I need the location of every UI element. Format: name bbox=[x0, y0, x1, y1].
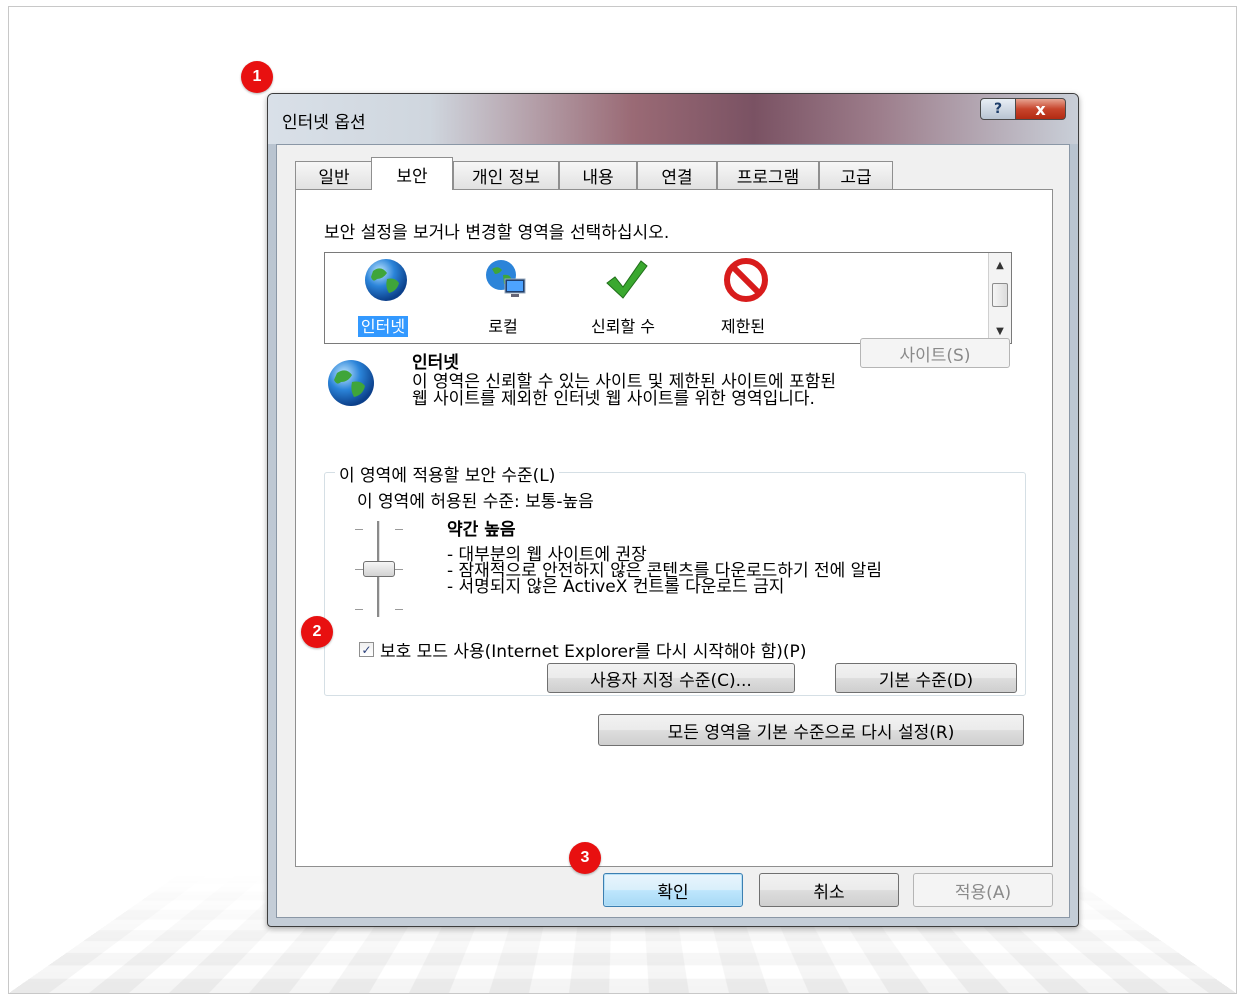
zone-label: 신뢰할 수 bbox=[591, 317, 655, 336]
close-button[interactable]: x bbox=[1016, 98, 1066, 120]
slider-tick bbox=[355, 529, 363, 530]
ok-button[interactable]: 확인 bbox=[603, 873, 743, 907]
zone-instruction: 보안 설정을 보거나 변경할 영역을 선택하십시오. bbox=[324, 223, 670, 243]
slider-tick bbox=[395, 529, 403, 530]
dialog-client-area: 일반 보안 개인 정보 내용 연결 프로그램 고급 보안 설정을 보거나 변경할… bbox=[276, 144, 1070, 918]
slider-tick bbox=[355, 609, 363, 610]
restricted-icon bbox=[724, 258, 768, 302]
security-tab-panel: 보안 설정을 보거나 변경할 영역을 선택하십시오. 인터넷 로컬 신뢰할 수 … bbox=[295, 189, 1053, 867]
zone-label: 제한된 bbox=[720, 317, 766, 336]
allowed-level-text: 이 영역에 허용된 수준: 보통-높음 bbox=[357, 492, 594, 512]
slider-tick bbox=[395, 609, 403, 610]
level-name: 약간 높음 bbox=[447, 520, 516, 540]
globe-icon bbox=[328, 360, 374, 406]
zone-internet[interactable]: 인터넷 bbox=[333, 257, 433, 343]
tab-security[interactable]: 보안 bbox=[371, 157, 453, 190]
zone-restricted-sites[interactable]: 제한된 bbox=[693, 257, 793, 343]
callout-badge: 2 bbox=[301, 616, 333, 648]
level-description: - 대부분의 웹 사이트에 권장 - 잠재적으로 안전하지 않은 콘텐츠를 다운… bbox=[447, 547, 882, 597]
tab-content[interactable]: 내용 bbox=[559, 161, 637, 189]
tab-programs[interactable]: 프로그램 bbox=[717, 161, 819, 189]
scroll-thumb[interactable] bbox=[992, 283, 1008, 307]
callout-badge: 1 bbox=[241, 61, 273, 93]
level-bullet: - 서명되지 않은 ActiveX 컨트롤 다운로드 금지 bbox=[447, 577, 785, 597]
sites-button[interactable]: 사이트(S) bbox=[860, 338, 1010, 368]
tab-connections[interactable]: 연결 bbox=[637, 161, 717, 189]
tab-general[interactable]: 일반 bbox=[295, 161, 373, 189]
local-intranet-icon bbox=[486, 260, 526, 297]
screenshot-frame: 인터넷 옵션 ? x 일반 보안 개인 정보 내용 연결 프로그램 고급 보안 … bbox=[8, 6, 1237, 994]
slider-tick bbox=[395, 569, 403, 570]
apply-button[interactable]: 적용(A) bbox=[913, 873, 1053, 907]
default-level-button[interactable]: 기본 수준(D) bbox=[835, 663, 1017, 693]
scroll-up-icon[interactable]: ▲ bbox=[989, 255, 1011, 275]
title-bar[interactable]: 인터넷 옵션 ? x bbox=[268, 94, 1078, 144]
reset-all-zones-button[interactable]: 모든 영역을 기본 수준으로 다시 설정(R) bbox=[598, 714, 1024, 746]
help-button[interactable]: ? bbox=[980, 98, 1016, 120]
zone-label: 인터넷 bbox=[357, 316, 409, 337]
security-level-group-title: 이 영역에 적용할 보안 수준(L) bbox=[335, 461, 560, 486]
cancel-button[interactable]: 취소 bbox=[759, 873, 899, 907]
callout-badge: 3 bbox=[569, 842, 601, 874]
zone-description: 이 영역은 신뢰할 수 있는 사이트 및 제한된 사이트에 포함된 웹 사이트를… bbox=[412, 372, 836, 409]
title-buttons: ? x bbox=[980, 98, 1066, 120]
protected-mode-checkbox[interactable]: ✓ bbox=[359, 642, 374, 657]
tab-privacy[interactable]: 개인 정보 bbox=[453, 161, 559, 189]
window-title: 인터넷 옵션 bbox=[282, 113, 366, 133]
internet-options-dialog: 인터넷 옵션 ? x 일반 보안 개인 정보 내용 연결 프로그램 고급 보안 … bbox=[267, 93, 1079, 927]
slider-thumb[interactable] bbox=[363, 561, 395, 577]
zone-list[interactable]: 인터넷 로컬 신뢰할 수 제한된 ▲ ▼ bbox=[324, 252, 1012, 344]
zone-label: 로컬 bbox=[488, 317, 518, 336]
zone-trusted-sites[interactable]: 신뢰할 수 bbox=[573, 257, 673, 343]
zone-local-intranet[interactable]: 로컬 bbox=[453, 257, 553, 343]
zone-list-scrollbar[interactable]: ▲ ▼ bbox=[988, 253, 1011, 343]
custom-level-button[interactable]: 사용자 지정 수준(C)... bbox=[547, 663, 795, 693]
security-level-group: 이 영역에 적용할 보안 수준(L) 이 영역에 허용된 수준: 보통-높음 약… bbox=[324, 461, 1026, 696]
tab-advanced[interactable]: 고급 bbox=[819, 161, 893, 189]
protected-mode-label: 보호 모드 사용(Internet Explorer를 다시 시작해야 함)(P… bbox=[380, 642, 807, 662]
protected-mode-option[interactable]: ✓ 보호 모드 사용(Internet Explorer를 다시 시작해야 함)… bbox=[359, 637, 806, 662]
slider-tick bbox=[355, 569, 363, 570]
globe-icon bbox=[365, 259, 407, 301]
security-level-slider[interactable] bbox=[349, 521, 409, 617]
check-mark-icon bbox=[606, 260, 648, 299]
selected-zone-name: 인터넷 bbox=[412, 353, 459, 373]
